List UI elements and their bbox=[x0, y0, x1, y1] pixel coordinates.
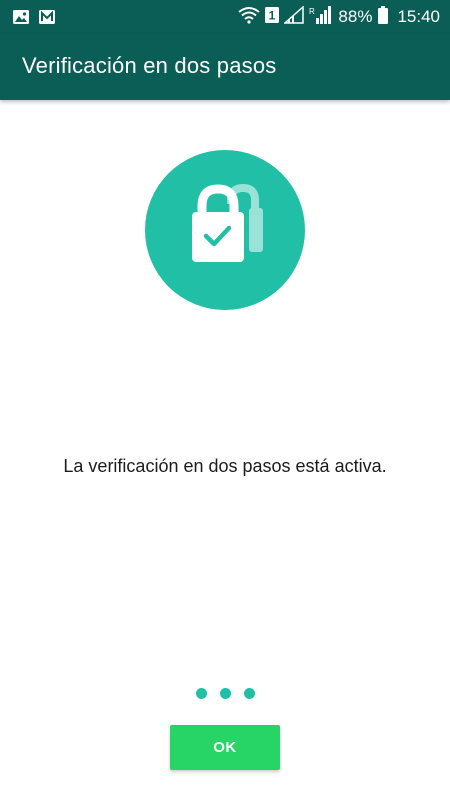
gmail-icon bbox=[38, 8, 56, 26]
hero-circle bbox=[145, 150, 305, 310]
page-title: Verificación en dos pasos bbox=[22, 53, 277, 78]
image-icon bbox=[12, 8, 30, 26]
signal-outline-icon bbox=[283, 4, 305, 29]
sim-badge-label: 1 bbox=[269, 8, 276, 22]
ok-button[interactable]: OK bbox=[170, 725, 280, 770]
status-bar: 1 R 88% 15:40 bbox=[0, 0, 450, 34]
sim-badge: 1 bbox=[265, 6, 280, 28]
progress-dots bbox=[0, 688, 450, 699]
status-message: La verificación en dos pasos está activa… bbox=[63, 456, 387, 476]
signal-roaming-icon: R bbox=[309, 5, 333, 29]
clock: 15:40 bbox=[397, 7, 440, 26]
wifi-icon bbox=[238, 6, 261, 29]
battery-icon bbox=[378, 5, 389, 29]
screen: 1 R 88% 15:40 Verificación en dos pasos … bbox=[0, 0, 450, 800]
app-bar: Verificación en dos pasos bbox=[0, 34, 450, 100]
status-bar-left bbox=[12, 7, 64, 27]
progress-dot bbox=[195, 688, 207, 699]
battery-percent: 88% bbox=[338, 7, 373, 26]
padlock-check-icon bbox=[192, 183, 263, 262]
progress-dot bbox=[243, 688, 255, 699]
progress-dot bbox=[219, 688, 231, 699]
status-bar-right: 1 R 88% 15:40 bbox=[238, 4, 440, 29]
roaming-label: R bbox=[309, 7, 315, 16]
